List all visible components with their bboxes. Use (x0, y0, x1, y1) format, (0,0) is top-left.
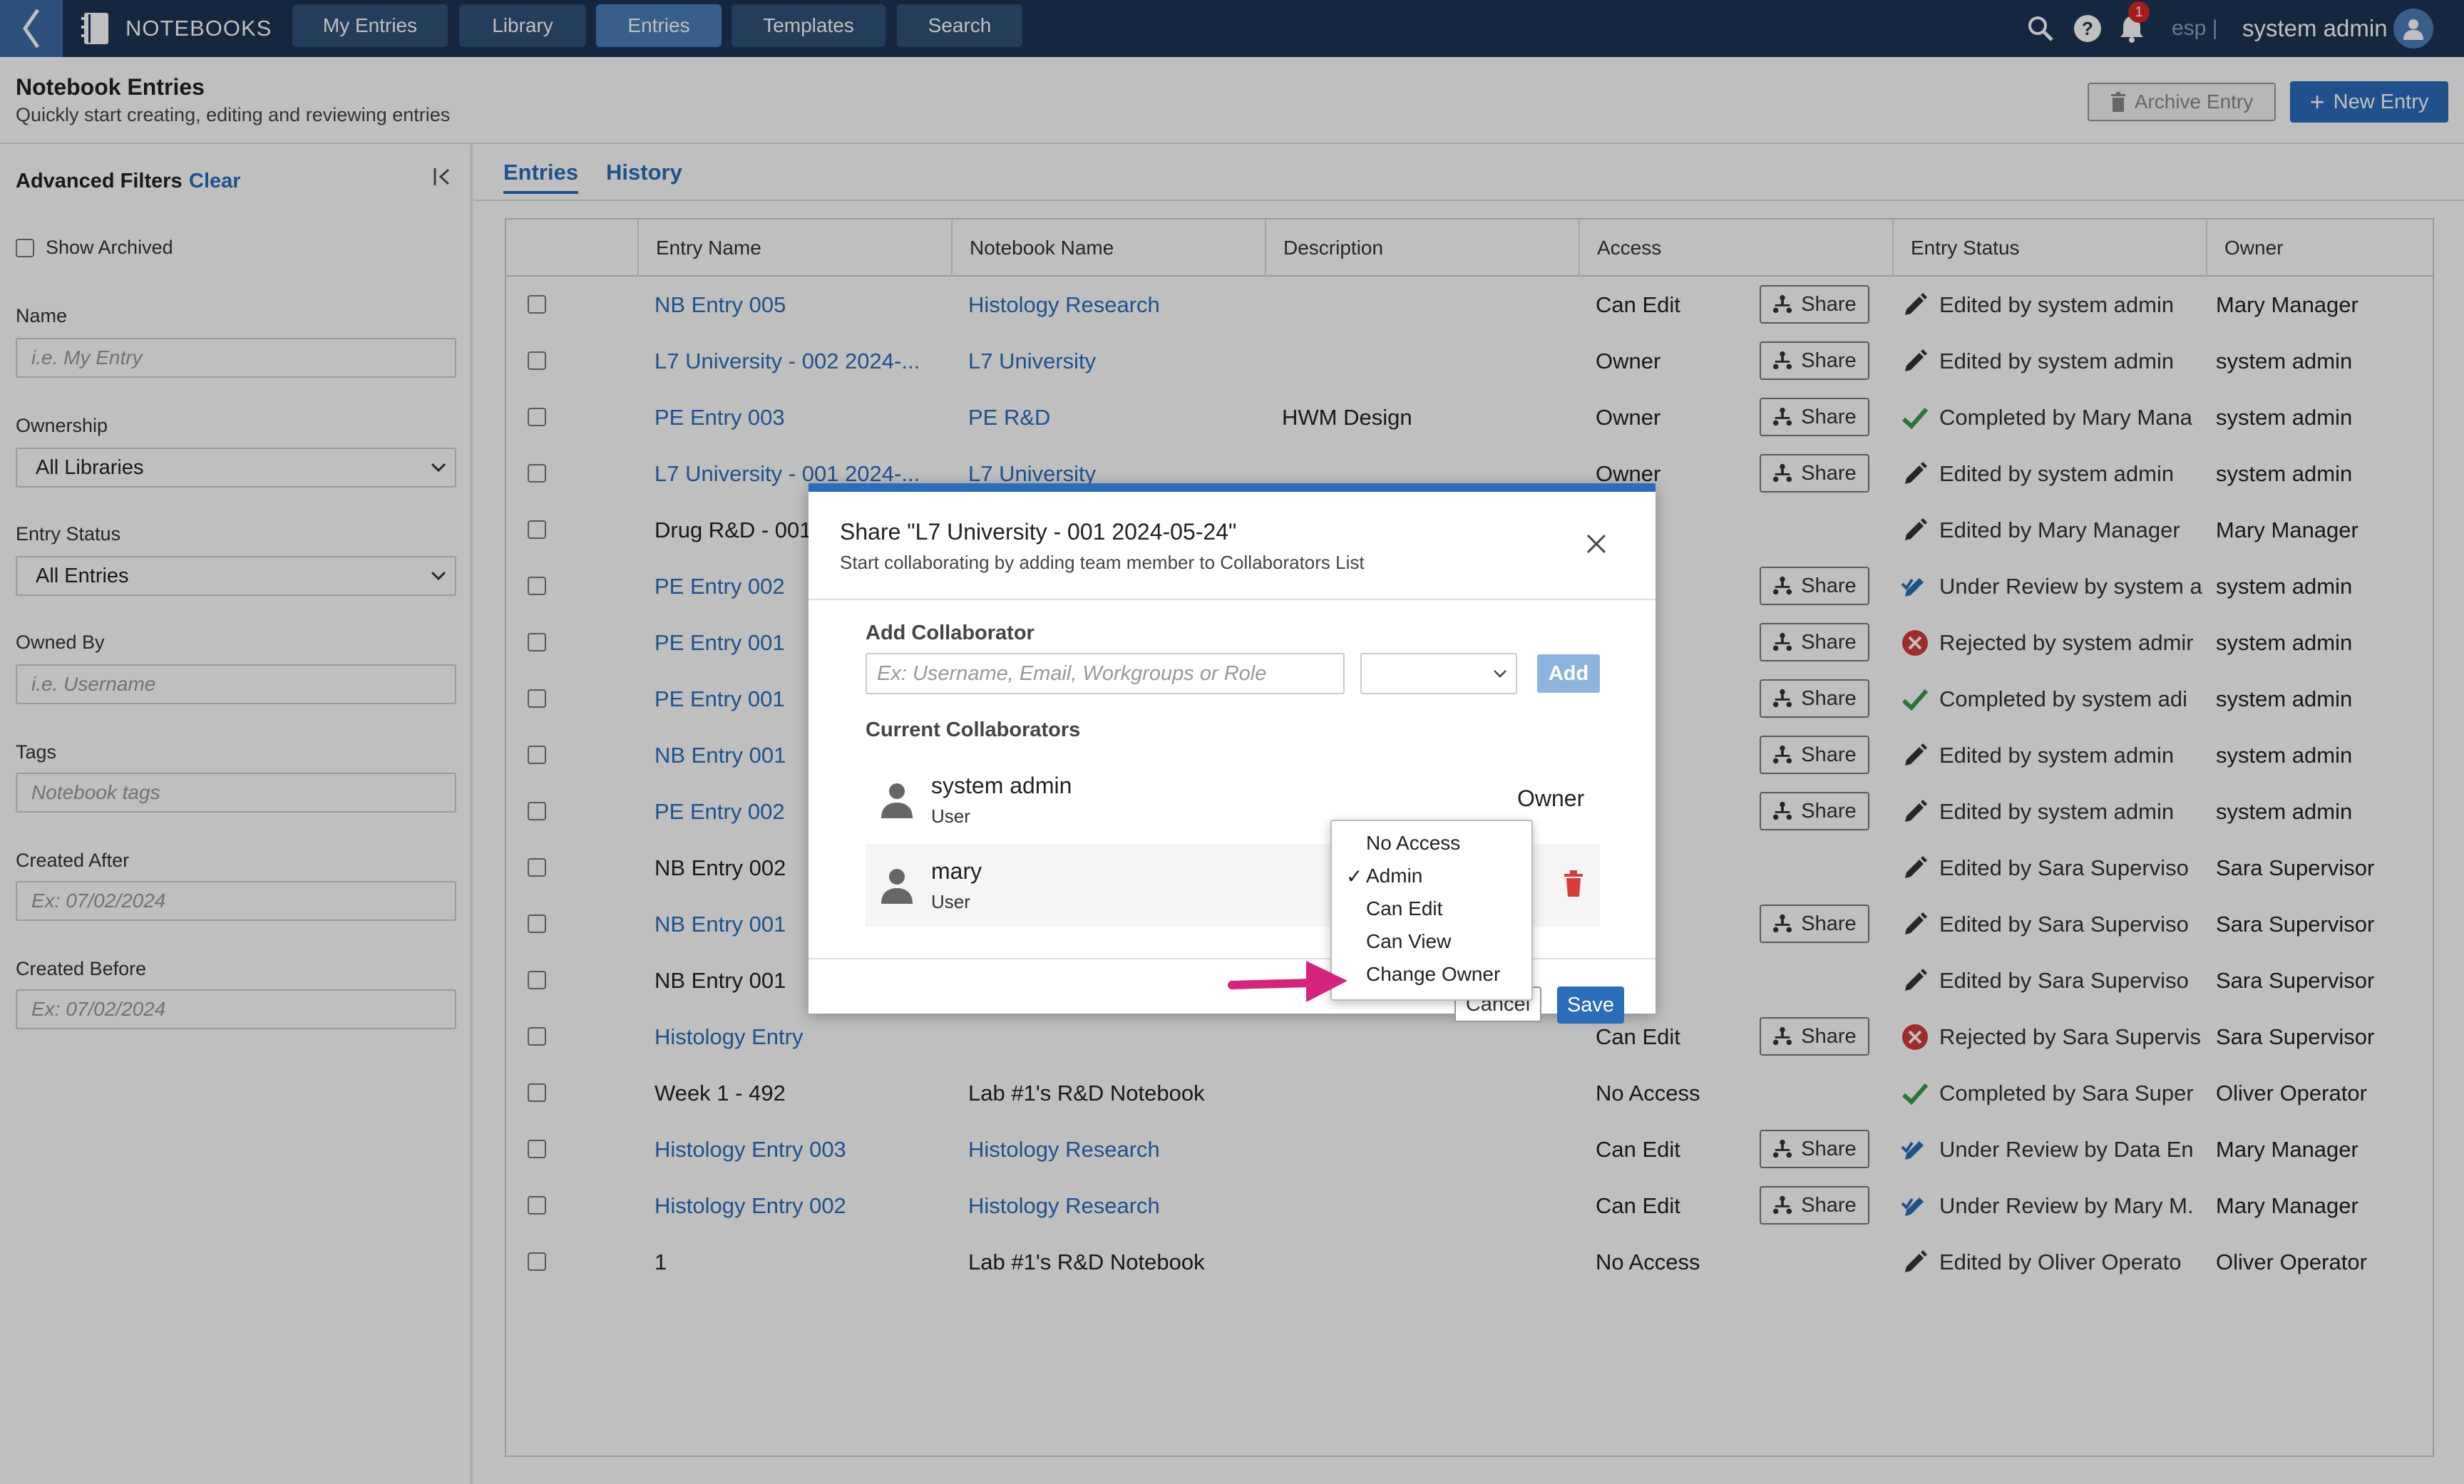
collaborator-type: User (931, 891, 970, 912)
option-label: Can View (1366, 930, 1452, 952)
role-option-no-access[interactable]: No Access (1332, 827, 1531, 860)
collaborator-type: User (931, 805, 970, 827)
role-option-can-view[interactable]: Can View (1332, 925, 1531, 958)
collaborator-role-select[interactable] (1360, 653, 1517, 694)
checkmark-icon: ✓ (1346, 865, 1363, 887)
role-dropdown-menu: No Access ✓ Admin Can Edit Can View Chang… (1330, 820, 1533, 1001)
option-label: No Access (1366, 832, 1461, 854)
collaborator-role: Owner (1517, 785, 1585, 811)
save-button[interactable]: Save (1557, 986, 1624, 1024)
option-label: Change Owner (1366, 963, 1501, 985)
add-collaborator-button[interactable]: Add (1537, 654, 1600, 693)
role-option-change-owner[interactable]: Change Owner (1332, 958, 1531, 991)
dialog-subtitle: Start collaborating by adding team membe… (840, 552, 1365, 573)
delete-collaborator-icon[interactable] (1563, 870, 1584, 898)
option-label: Admin (1366, 865, 1423, 887)
dialog-divider (808, 599, 1655, 600)
collaborator-search-input[interactable]: Ex: Username, Email, Workgroups or Role (866, 653, 1345, 694)
add-collaborator-label: Add Collaborator (866, 622, 1035, 644)
annotation-arrow-icon (1228, 961, 1348, 1002)
collaborator-name: mary (931, 858, 982, 884)
role-option-can-edit[interactable]: Can Edit (1332, 892, 1531, 925)
close-icon[interactable] (1578, 526, 1614, 562)
role-option-admin[interactable]: ✓ Admin (1332, 860, 1531, 892)
current-collaborators-label: Current Collaborators (866, 718, 1081, 741)
user-icon (881, 869, 913, 904)
dialog-title: Share "L7 University - 001 2024-05-24" (840, 519, 1237, 545)
user-icon (881, 783, 913, 818)
option-label: Can Edit (1366, 897, 1443, 919)
collaborator-name: system admin (931, 773, 1072, 798)
chevron-down-icon (1494, 670, 1506, 678)
